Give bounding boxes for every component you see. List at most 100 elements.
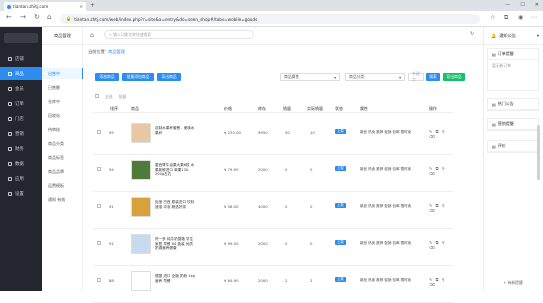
row-checkbox[interactable]: [97, 204, 101, 208]
link-icon[interactable]: ⚲: [442, 129, 446, 134]
copy-icon[interactable]: ⧉: [436, 166, 440, 171]
home-icon[interactable]: ⌂: [90, 32, 94, 39]
col-sort[interactable]: 排序: [110, 106, 118, 112]
copy-icon[interactable]: ⧉: [436, 129, 440, 134]
delete-icon[interactable]: ⌫: [429, 134, 436, 139]
right-panel-card[interactable]: ▤ 订单提醒 暂无新订单: [487, 48, 539, 91]
right-panel-card[interactable]: ▤ 营销提醒: [487, 118, 539, 131]
product-name[interactable]: 德国 进口 全脂 奶粉 1kg 营养 早餐: [155, 274, 195, 283]
product-name[interactable]: 好一多 纯牛奶整箱 学生 家庭 早餐 84 盒装 优质奶源营养健康: [155, 237, 195, 251]
product-name[interactable]: 自制水果杯套餐，美味水果杯: [155, 126, 195, 135]
copy-icon[interactable]: ⧉: [436, 277, 440, 282]
status-badge[interactable]: 上架: [335, 240, 346, 245]
keyword-input[interactable]: 关键字: [408, 71, 424, 82]
row-stock[interactable]: 2000: [258, 167, 268, 172]
row-checkbox[interactable]: [97, 167, 101, 171]
subnav-item[interactable]: 商品分类: [42, 138, 83, 149]
col-stock[interactable]: 库存: [258, 106, 266, 112]
subnav-item[interactable]: 通知 有效: [42, 194, 83, 205]
delete-icon[interactable]: ⌫: [429, 208, 436, 213]
export-button[interactable]: 导出商品: [443, 73, 465, 81]
maximize-icon[interactable]: ☐: [520, 1, 524, 9]
product-name[interactable]: 墨西哥牛油果大果6枚 水果新鲜进口 单果130-200g左右: [155, 163, 195, 177]
row-checkbox[interactable]: [97, 130, 101, 134]
delete-icon[interactable]: ⌫: [429, 171, 436, 176]
scrollbar[interactable]: [537, 125, 540, 180]
sidebar-item-goods[interactable]: 商品: [0, 67, 42, 80]
row-tags[interactable]: 新品 热卖 推荐 促销 包邮 限时卖: [360, 204, 411, 209]
row-checkbox[interactable]: [97, 241, 101, 245]
right-panel-card[interactable]: ▤ 热门公告: [487, 98, 539, 111]
delete-icon[interactable]: ⌫: [429, 245, 436, 250]
product-name[interactable]: 怡宝 巴西 原装进口 饮料速溶 冲泡 精选好茶: [155, 200, 195, 209]
search-button[interactable]: 搜索: [426, 73, 440, 81]
refresh-icon[interactable]: ↻: [470, 31, 474, 37]
batch-add-button[interactable]: 批量添加商品: [122, 73, 154, 81]
subnav-item[interactable]: 回收站: [42, 110, 83, 121]
product-thumbnail[interactable]: [131, 160, 151, 180]
col-real-sales[interactable]: 实际销量: [307, 106, 323, 112]
row-price[interactable]: ¥ 64.90: [224, 278, 239, 283]
status-badge[interactable]: 上架: [335, 277, 346, 282]
breadcrumb-current[interactable]: 商品管理: [108, 49, 125, 55]
right-panel-card[interactable]: ▤ 评价: [487, 140, 539, 153]
product-thumbnail[interactable]: [131, 271, 151, 291]
product-thumbnail[interactable]: [131, 234, 151, 254]
function-search-input[interactable]: ⌕ 输入功能名称快速搜索: [104, 30, 254, 39]
row-price[interactable]: ¥ 79.90: [224, 167, 239, 172]
product-thumbnail[interactable]: [131, 123, 151, 143]
home-icon[interactable]: ⌂: [47, 13, 51, 22]
link-icon[interactable]: ⚲: [442, 203, 446, 208]
sidebar-item-app[interactable]: 应用: [0, 172, 42, 185]
status-badge[interactable]: 上架: [335, 129, 346, 134]
row-stock[interactable]: 2000: [258, 241, 268, 246]
url-field[interactable]: 🔒 tiantan.zhtj.com/web/index.php?r=site&…: [60, 14, 480, 24]
row-sort[interactable]: 94: [109, 167, 114, 172]
sidebar-item-shop[interactable]: 门店: [0, 112, 42, 125]
row-tags[interactable]: 新品 热卖 推荐 促销 包邮 限时卖: [360, 167, 411, 172]
row-stock[interactable]: 9950: [258, 130, 268, 135]
collections-icon[interactable]: ⧉: [504, 13, 508, 22]
sidebar-item-finance[interactable]: 财务: [0, 142, 42, 155]
col-price[interactable]: 价格: [224, 106, 232, 112]
subnav-item[interactable]: 出售中: [42, 68, 83, 79]
row-stock[interactable]: 2000: [258, 278, 268, 283]
link-icon[interactable]: ⚲: [442, 240, 446, 245]
more-icon[interactable]: ⋯: [531, 13, 537, 22]
link-icon[interactable]: ⚲: [442, 166, 446, 171]
status-badge[interactable]: 上架: [335, 166, 346, 171]
sidebar-item-order[interactable]: 订单: [0, 97, 42, 110]
copy-icon[interactable]: ⧉: [436, 203, 440, 208]
row-sort[interactable]: 91: [109, 241, 114, 246]
add-goods-button[interactable]: 添加商品: [95, 73, 119, 81]
row-sort[interactable]: 88: [109, 278, 114, 283]
forward-icon[interactable]: →: [20, 13, 26, 22]
link-icon[interactable]: ⚲: [442, 277, 446, 282]
select-all-checkbox[interactable]: [95, 94, 99, 98]
sidebar-item-settings[interactable]: 设置: [0, 187, 42, 200]
attribute-select[interactable]: 商品属性 ▾: [280, 73, 340, 81]
select-all-label[interactable]: 全选: [105, 94, 113, 100]
row-checkbox[interactable]: [97, 278, 101, 282]
minimize-icon[interactable]: —: [505, 1, 510, 9]
sidebar-item-store[interactable]: 店铺: [0, 52, 42, 65]
row-sort[interactable]: 95: [109, 130, 114, 135]
subnav-item[interactable]: 待审核: [42, 124, 83, 135]
row-price[interactable]: ¥ 58.00: [224, 204, 239, 209]
new-tab-icon[interactable]: +: [90, 2, 95, 10]
row-stock[interactable]: 4000: [258, 204, 268, 209]
favorites-icon[interactable]: ☆: [490, 13, 495, 22]
batch-label[interactable]: 批量: [119, 94, 127, 100]
export-goods-button[interactable]: 导出商品: [157, 73, 181, 81]
sidebar-item-marketing[interactable]: 营销: [0, 127, 42, 140]
delete-icon[interactable]: ⌫: [429, 282, 436, 287]
subnav-item[interactable]: 商品标签: [42, 152, 83, 163]
subnav-item[interactable]: 已售罄: [42, 82, 83, 93]
product-thumbnail[interactable]: [131, 197, 151, 217]
subnav-item[interactable]: 商品品牌: [42, 166, 83, 177]
row-price[interactable]: ¥ 99.00: [224, 241, 239, 246]
col-sales[interactable]: 销量: [283, 106, 291, 112]
browser-tab[interactable]: tiantan.zhitj.com ✕: [4, 2, 86, 11]
row-price[interactable]: ¥ 235.00: [224, 130, 241, 135]
close-tab-icon[interactable]: ✕: [79, 4, 83, 9]
